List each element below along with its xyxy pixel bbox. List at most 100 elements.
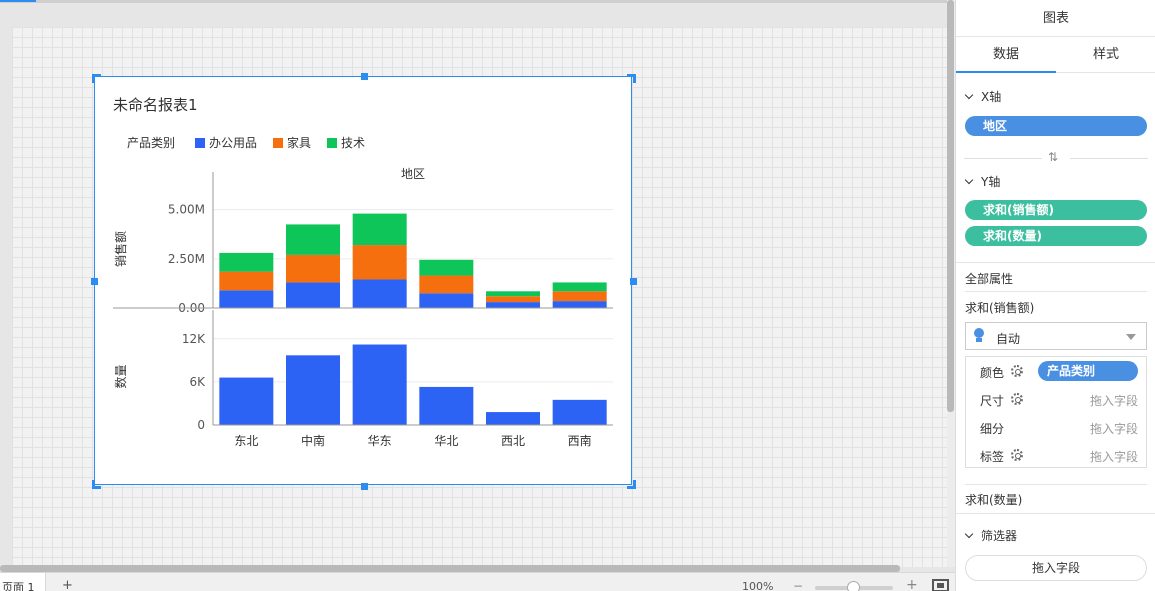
y-axis-field-pill-quantity[interactable]: 求和(数量) <box>965 226 1147 246</box>
zoom-in-button[interactable]: + <box>906 577 918 591</box>
top-strip <box>0 0 955 3</box>
horizontal-scrollbar-thumb[interactable] <box>0 565 900 572</box>
report-chart-widget[interactable]: 未命名报表1 产品类别 办公用品 家具 技术 地区 0.00 2.50M 5.00M 销… <box>91 73 637 490</box>
resize-corner-handle[interactable] <box>627 480 636 489</box>
bar <box>352 245 407 280</box>
encoding-row-detail[interactable]: 细分 拖入字段 <box>966 413 1146 441</box>
encoding-row-label[interactable]: 标签 拖入字段 <box>966 441 1146 469</box>
filter-section-header[interactable]: 筛选器 <box>964 527 1018 544</box>
bar <box>419 293 474 308</box>
lightbulb-base <box>976 338 982 342</box>
detail-drop-zone[interactable]: 拖入字段 <box>1090 420 1138 437</box>
bottom-status-bar: 页面 1 + 100% − + <box>0 572 955 591</box>
encoding-row-size[interactable]: 尺寸 拖入字段 <box>966 385 1146 413</box>
chevron-down-icon <box>964 90 974 99</box>
bar <box>219 271 274 291</box>
bar <box>219 252 274 272</box>
x-tick-label: 西南 <box>568 433 592 448</box>
filter-drop-zone[interactable]: 拖入字段 <box>965 555 1147 581</box>
x-tick-label: 西北 <box>501 434 525 448</box>
bar <box>486 291 540 297</box>
add-page-button[interactable]: + <box>62 578 73 591</box>
measure-sales-label[interactable]: 求和(销售额) <box>965 299 1034 316</box>
measure-quantity-label[interactable]: 求和(数量) <box>965 491 1022 508</box>
y-axis-label: Y轴 <box>981 175 1001 189</box>
zoom-out-button[interactable]: − <box>793 579 803 591</box>
bar <box>352 213 407 246</box>
y-tick-label: 6K <box>189 375 206 389</box>
chevron-down-icon <box>964 175 974 184</box>
lightbulb-globe <box>974 328 984 338</box>
label-drop-zone[interactable]: 拖入字段 <box>1090 448 1138 465</box>
section-divider <box>956 513 1155 514</box>
swap-divider-right <box>1070 158 1148 159</box>
bar <box>552 282 607 292</box>
bar <box>419 275 474 294</box>
tab-data[interactable]: 数据 <box>956 37 1056 73</box>
zoom-slider-knob[interactable] <box>847 581 860 591</box>
bar <box>552 301 607 308</box>
x-axis-section-header[interactable]: X轴 <box>964 88 1002 105</box>
encoding-row-color[interactable]: 颜色 产品类别 <box>966 357 1146 385</box>
gear-icon[interactable] <box>1011 393 1023 405</box>
x-tick-label: 中南 <box>301 433 325 448</box>
section-divider <box>965 484 1147 485</box>
bar <box>352 279 407 308</box>
vertical-scrollbar-thumb[interactable] <box>947 0 954 412</box>
bar <box>286 224 340 255</box>
x-axis-field-pill[interactable]: 地区 <box>965 116 1147 136</box>
resize-handle[interactable] <box>360 483 368 490</box>
chart-plot: 地区0.002.50M5.00M销售额06K12K数量东北 中南 华东 华北 西北 西南 <box>113 167 613 448</box>
report-canvas-area: 未命名报表1 产品类别 办公用品 家具 技术 地区 0.00 2.50M 5.00M 销… <box>0 0 955 591</box>
bar <box>419 386 474 425</box>
resize-handle[interactable] <box>91 278 98 285</box>
swap-divider-left <box>964 158 1042 159</box>
encoding-label-detail: 细分 <box>980 422 1005 436</box>
resize-corner-handle[interactable] <box>627 74 636 83</box>
size-drop-zone[interactable]: 拖入字段 <box>1090 392 1138 409</box>
gear-icon[interactable] <box>1011 449 1023 461</box>
swap-axes-icon[interactable]: ⇅ <box>1048 150 1058 164</box>
x-tick-label: 华北 <box>434 434 458 448</box>
bar <box>352 344 407 425</box>
caret-down-icon <box>1126 334 1136 340</box>
y-tick-label: 12K <box>182 332 206 346</box>
panel-title: 图表 <box>956 0 1155 37</box>
y-axis-title: 数量 <box>113 364 128 388</box>
resize-handle[interactable] <box>360 73 368 80</box>
x-tick-label: 东北 <box>234 434 258 448</box>
lightbulb-icon <box>973 328 985 342</box>
fit-to-screen-icon[interactable] <box>932 579 949 591</box>
bar <box>552 399 607 425</box>
bar <box>419 259 474 276</box>
encoding-label-label: 标签 <box>980 450 1005 464</box>
y-axis-section-header[interactable]: Y轴 <box>964 173 1001 190</box>
y-axis-field-pill-sales[interactable]: 求和(销售额) <box>965 200 1147 220</box>
chart-properties-panel: 图表 数据 样式 X轴 地区 ⇅ Y轴 求和(销售额) 求和(数量) 全部属性 … <box>955 0 1155 591</box>
encoding-label-color: 颜色 <box>980 366 1005 380</box>
color-field-pill[interactable]: 产品类别 <box>1038 361 1138 381</box>
filter-label: 筛选器 <box>981 529 1018 543</box>
resize-corner-handle[interactable] <box>92 480 101 489</box>
bar <box>219 290 274 308</box>
encoding-box: 颜色 产品类别 尺寸 拖入字段 细分 拖入字段 标签 拖入字段 <box>965 356 1147 468</box>
zoom-level: 100% <box>742 580 774 591</box>
resize-handle[interactable] <box>630 278 637 285</box>
all-properties-label[interactable]: 全部属性 <box>965 270 1013 287</box>
x-axis-label: X轴 <box>981 90 1002 104</box>
y-tick-label: 0 <box>197 418 205 432</box>
bar <box>552 291 607 302</box>
y-tick-label: 5.00M <box>168 203 205 217</box>
swap-axes-row: ⇅ <box>956 150 1155 166</box>
tab-style[interactable]: 样式 <box>1056 37 1155 73</box>
bar <box>486 302 540 308</box>
page-tab[interactable]: 页面 1 <box>0 573 46 591</box>
bar <box>286 355 340 425</box>
mark-type-select[interactable]: 自动 <box>965 322 1147 350</box>
x-tick-label: 华东 <box>368 434 392 448</box>
mark-type-value: 自动 <box>996 332 1021 346</box>
bar <box>286 282 340 308</box>
top-strip-accent <box>0 0 36 2</box>
gear-icon[interactable] <box>1011 365 1023 377</box>
resize-corner-handle[interactable] <box>92 74 101 83</box>
